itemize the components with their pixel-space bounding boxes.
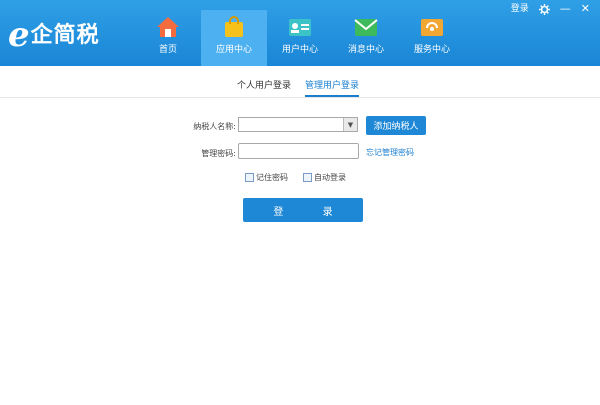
nav-item-home[interactable]: 首页 (135, 10, 201, 66)
minimize-button[interactable]: — (560, 3, 571, 15)
auto-login-checkbox[interactable]: 自动登录 (303, 172, 346, 183)
window-controls: 登录 — ✕ (511, 3, 590, 15)
tab-personal-login[interactable]: 个人用户登录 (237, 78, 291, 97)
password-field[interactable] (238, 143, 359, 159)
logo-mark: e (8, 15, 30, 55)
taxpayer-select[interactable]: ▼ (238, 117, 358, 132)
login-tabs: 个人用户登录 管理用户登录 (237, 78, 360, 97)
password-label: 管理密码: (201, 149, 236, 158)
id-card-icon (289, 19, 311, 36)
nav-item-user-center[interactable]: 用户中心 (267, 10, 333, 66)
auto-login-box[interactable] (303, 173, 312, 182)
nav-label-app-center: 应用中心 (215, 45, 252, 55)
logo-text: 企简税 (30, 23, 100, 48)
add-taxpayer-button[interactable]: 添加纳税人 (366, 116, 426, 135)
app-header: e 企简税 首页 应用中心 用户中心 消息中心 服务中心 登录 — ✕ (0, 0, 600, 66)
taxpayer-label: 纳税人名称: (193, 122, 236, 131)
nav-label-home: 首页 (158, 45, 177, 55)
main-nav: 首页 应用中心 用户中心 消息中心 服务中心 (135, 10, 465, 66)
app-logo: e 企简税 (8, 15, 100, 55)
tab-admin-login[interactable]: 管理用户登录 (305, 78, 360, 97)
nav-item-app-center[interactable]: 应用中心 (201, 10, 267, 66)
login-button[interactable]: 登 录 (243, 198, 363, 222)
shopping-bag-icon (225, 16, 243, 37)
tab-divider (0, 97, 600, 98)
remember-password-label: 记住密码 (256, 173, 288, 182)
close-button[interactable]: ✕ (581, 3, 590, 15)
chevron-down-icon[interactable]: ▼ (343, 118, 357, 131)
nav-label-user-center: 用户中心 (281, 45, 318, 55)
nav-label-service-center: 服务中心 (413, 45, 450, 55)
top-login-link[interactable]: 登录 (511, 3, 529, 15)
nav-item-service-center[interactable]: 服务中心 (399, 10, 465, 66)
remember-password-checkbox[interactable]: 记住密码 (245, 172, 288, 183)
home-icon (157, 17, 179, 37)
gear-icon[interactable] (538, 3, 550, 15)
forgot-password-link[interactable]: 忘记管理密码 (366, 147, 414, 158)
service-icon (421, 19, 443, 36)
nav-label-message-center: 消息中心 (347, 45, 384, 55)
auto-login-label: 自动登录 (314, 173, 346, 182)
remember-password-box[interactable] (245, 173, 254, 182)
envelope-icon (354, 19, 378, 36)
nav-item-message-center[interactable]: 消息中心 (333, 10, 399, 66)
